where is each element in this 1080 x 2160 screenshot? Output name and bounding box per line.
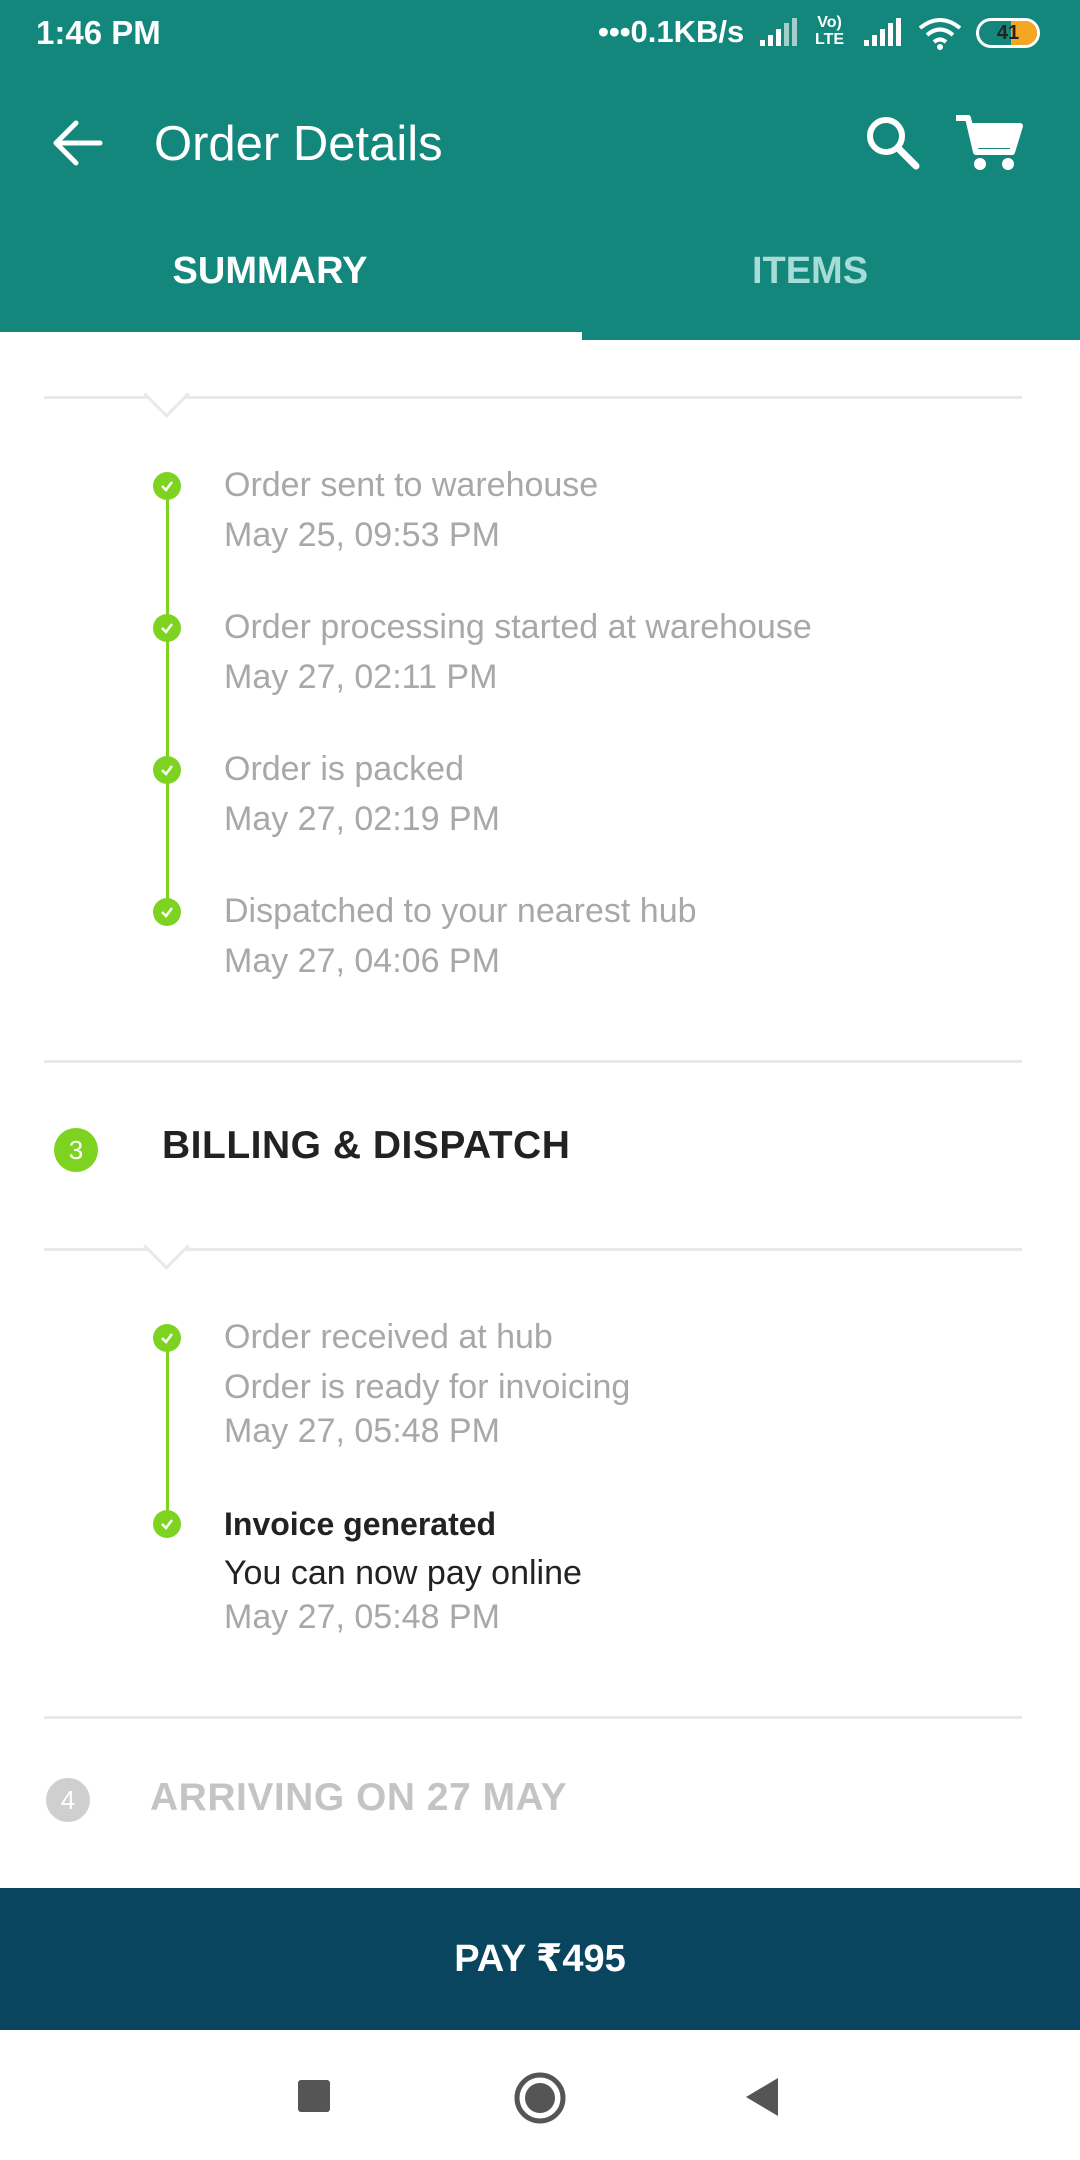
event-title: Invoice generated [224,1506,497,1542]
step-title[interactable]: ARRIVING ON 27 MAY [150,1776,567,1820]
section-notch [143,1223,190,1270]
section-divider [44,396,1022,399]
check-icon [153,898,181,926]
status-bar: 1:46 PM •••0.1KB/s Vo) LTE 41 [0,0,1080,70]
signal-icon [760,18,797,46]
system-nav-bar [0,2030,1080,2160]
tab-indicator [0,332,582,340]
timeline-line [166,1338,169,1524]
section-divider [44,1248,1022,1251]
volte-icon: Vo) LTE [815,14,845,48]
check-icon [153,756,181,784]
status-time: 1:46 PM [36,14,161,51]
event-title: Order sent to warehouse [224,466,599,504]
recents-icon[interactable] [296,2078,332,2114]
step-title[interactable]: BILLING & DISPATCH [162,1124,570,1168]
check-icon [153,472,181,500]
event-title: Order is packed [224,750,464,788]
event-time: May 27, 02:19 PM [224,800,500,838]
check-icon [153,1324,181,1352]
tab-items[interactable]: ITEMS [540,250,1080,293]
page-title: Order Details [154,117,443,171]
network-speed: •••0.1KB/s [598,14,745,49]
wifi-icon [918,18,962,50]
timeline-line [166,486,169,910]
pay-button-label: PAY ₹495 [454,1938,626,1980]
back-arrow-icon[interactable] [48,118,108,168]
event-time: May 27, 04:06 PM [224,942,500,980]
tab-summary[interactable]: SUMMARY [0,250,540,293]
event-title: Dispatched to your nearest hub [224,892,697,930]
event-time: May 27, 02:11 PM [224,658,498,696]
home-icon[interactable] [512,2070,568,2126]
event-title: Order processing started at warehouse [224,608,812,646]
section-divider [44,1716,1022,1719]
step-number-badge: 4 [46,1778,90,1822]
event-subtitle: You can now pay online [224,1554,582,1592]
event-time: May 25, 09:53 PM [224,516,500,554]
check-icon [153,614,181,642]
battery-level: 41 [996,22,1020,44]
search-icon[interactable] [862,112,922,172]
check-icon [153,1510,181,1538]
event-time: May 27, 05:48 PM [224,1412,500,1450]
event-subtitle: Order is ready for invoicing [224,1368,631,1406]
section-divider [44,1060,1022,1063]
step-number-badge: 3 [54,1128,98,1172]
signal-icon [864,18,901,46]
cart-icon[interactable] [954,112,1024,172]
app-header: 1:46 PM •••0.1KB/s Vo) LTE 41 Order Detai… [0,0,1080,340]
pay-button[interactable]: PAY ₹495 [0,1888,1080,2030]
battery-icon: 41 [976,18,1040,48]
event-time: May 27, 05:48 PM [224,1598,500,1636]
section-notch [143,371,190,418]
back-nav-icon[interactable] [742,2076,782,2118]
event-title: Order received at hub [224,1318,553,1356]
